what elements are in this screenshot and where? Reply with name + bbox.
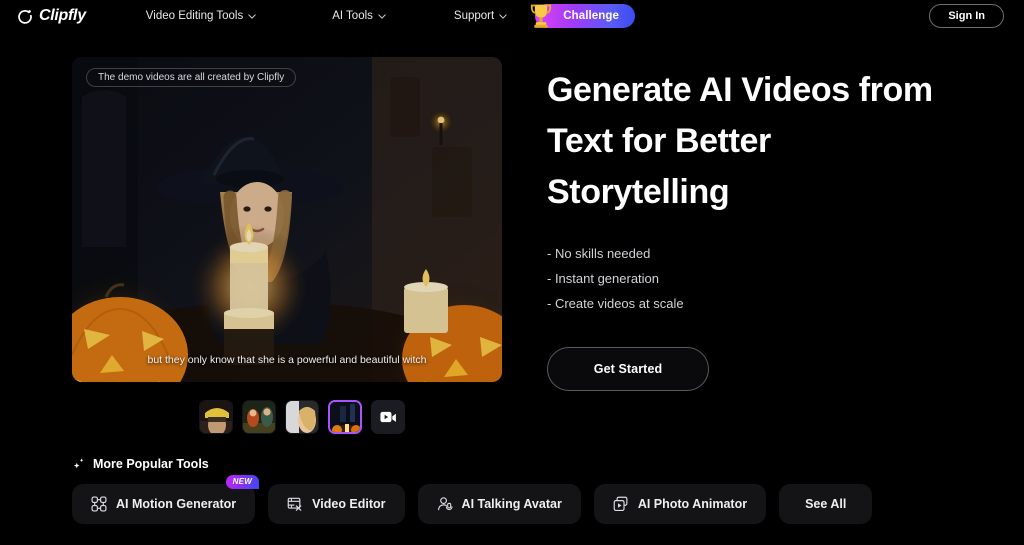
trophy-icon xyxy=(531,4,552,28)
hero-section: The demo videos are all created by Clipf… xyxy=(0,32,1024,434)
nav-item-video-editing-tools[interactable]: Video Editing Tools xyxy=(132,5,270,27)
navbar: Clipfly Video Editing Tools AI Tools Sup… xyxy=(0,0,1024,32)
thumbnail-woman-window[interactable] xyxy=(285,400,319,434)
nav-item-ai-tools[interactable]: AI Tools xyxy=(318,5,400,27)
challenge-label: Challenge xyxy=(563,10,620,22)
brand-name: Clipfly xyxy=(39,7,86,24)
tool-label: See All xyxy=(805,497,847,511)
demo-video-player[interactable]: The demo videos are all created by Clipf… xyxy=(72,57,502,382)
tool-ai-motion-generator[interactable]: AI Motion Generator NEW xyxy=(72,475,260,524)
new-badge: NEW xyxy=(225,475,260,489)
film-edit-icon xyxy=(287,497,302,511)
hero-left-column: The demo videos are all created by Clipf… xyxy=(72,57,502,434)
tool-ai-photo-animator[interactable]: AI Photo Animator xyxy=(593,484,767,524)
video-camera-icon xyxy=(379,411,396,423)
popular-tools-heading: More Popular Tools xyxy=(72,457,1024,471)
hero-right-column: Generate AI Videos from Text for Better … xyxy=(502,57,947,434)
video-thumbnail-strip xyxy=(72,400,502,434)
popular-tools-title: More Popular Tools xyxy=(93,457,209,471)
motion-nodes-icon xyxy=(91,496,107,512)
feature-bullets: - No skills needed - Instant generation … xyxy=(547,241,947,316)
thumbnail-halloween-witch[interactable] xyxy=(328,400,362,434)
more-videos-button[interactable] xyxy=(371,400,405,434)
thumbnail-image xyxy=(330,402,360,432)
chevron-down-icon xyxy=(378,13,386,19)
feature-bullet: - Instant generation xyxy=(547,271,660,286)
tool-label: AI Motion Generator xyxy=(116,497,237,511)
thumbnail-firefighter[interactable] xyxy=(199,400,233,434)
sign-in-button[interactable]: Sign In xyxy=(929,4,1004,28)
tool-label: AI Talking Avatar xyxy=(461,497,562,511)
nav-item-label: Support xyxy=(453,10,495,22)
photo-play-icon xyxy=(613,496,628,511)
nav-item-label: AI Tools xyxy=(332,10,373,22)
page-title: Generate AI Videos from Text for Better … xyxy=(547,71,933,211)
chevron-down-icon xyxy=(248,13,256,19)
feature-bullet: - No skills needed xyxy=(547,246,651,261)
avatar-mic-icon xyxy=(437,497,453,511)
thumbnail-image xyxy=(243,401,275,433)
tool-ai-talking-avatar[interactable]: AI Talking Avatar xyxy=(417,484,581,524)
clipfly-camera-icon xyxy=(18,9,32,24)
tool-video-editor[interactable]: Video Editor xyxy=(268,484,405,524)
tool-label: AI Photo Animator xyxy=(637,497,748,511)
get-started-button[interactable]: Get Started xyxy=(547,347,709,391)
video-scene-halloween xyxy=(72,57,502,382)
thumbnail-image xyxy=(286,401,318,433)
feature-bullet: - Create videos at scale xyxy=(547,296,684,311)
challenge-button[interactable]: Challenge xyxy=(531,4,636,28)
nav-links: Video Editing Tools AI Tools Support Cha… xyxy=(132,4,636,28)
demo-video-badge: The demo videos are all created by Clipf… xyxy=(86,68,297,87)
nav-item-support[interactable]: Support xyxy=(440,5,521,27)
thumbnail-image xyxy=(200,401,232,433)
video-subtitle: but they only know that she is a powerfu… xyxy=(147,354,427,366)
sparkle-icon xyxy=(73,458,84,469)
nav-item-label: Video Editing Tools xyxy=(145,10,244,22)
thumbnail-couple-tavern[interactable] xyxy=(242,400,276,434)
chevron-down-icon xyxy=(499,13,507,19)
brand-logo[interactable]: Clipfly xyxy=(18,7,86,25)
popular-tools-row: AI Motion Generator NEW Video Editor AI … xyxy=(72,475,1024,524)
popular-tools-section: More Popular Tools AI Motion Generator N… xyxy=(0,434,1024,524)
tool-see-all[interactable]: See All xyxy=(779,484,873,524)
tool-label: Video Editor xyxy=(312,497,386,511)
